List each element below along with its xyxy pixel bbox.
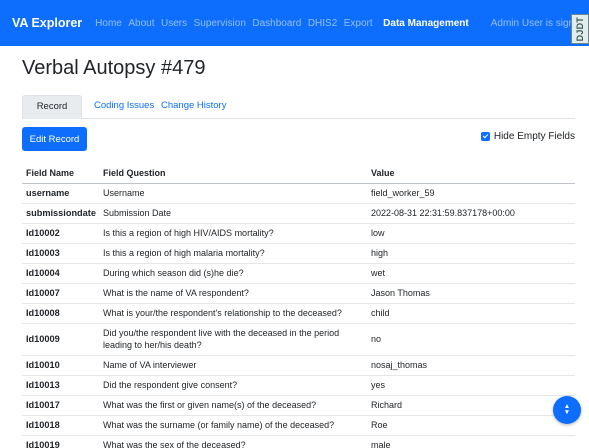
table-row: Id10010 Name of VA interviewer nosaj_thoma… <box>22 355 575 376</box>
field-question-cell: What was the first or given name(s) of t… <box>99 395 367 416</box>
table-row: Id10018 What was the surname (or family n… <box>22 415 575 436</box>
field-question-cell: Username <box>99 183 367 204</box>
field-name-cell: Id10008 <box>22 303 99 324</box>
top-navbar: VA Explorer Home About Users Supervision… <box>0 0 589 46</box>
field-value-cell: nosaj_thomas <box>367 355 575 376</box>
chevron-down-icon: ▼ <box>563 409 571 416</box>
debug-toolbar-handle[interactable]: DJDT <box>571 14 589 44</box>
header-field-name: Field Name <box>22 163 99 184</box>
hide-empty-fields-toggle[interactable]: Hide Empty Fields <box>480 131 575 142</box>
field-name-cell: Id10009 <box>22 323 99 356</box>
table-row: Id10007 What is the name of VA respondent… <box>22 283 575 304</box>
field-name-cell: Id10018 <box>22 415 99 436</box>
field-name-cell: username <box>22 183 99 204</box>
nav-users[interactable]: Users <box>161 18 187 29</box>
field-question-cell: What is your/the respondent's relationsh… <box>99 303 367 324</box>
field-value-cell: low <box>367 223 575 244</box>
table-row: Id10019 What was the sex of the deceased?… <box>22 435 575 448</box>
field-question-cell: What was the surname (or family name) of… <box>99 415 367 436</box>
nav-data-management[interactable]: Data Management <box>383 18 469 29</box>
field-value-cell: no <box>367 323 575 356</box>
field-value-cell: child <box>367 303 575 324</box>
table-row: Id10004 During which season did (s)he die… <box>22 263 575 284</box>
nav-dashboard[interactable]: Dashboard <box>252 18 301 29</box>
nav-about[interactable]: About <box>128 18 154 29</box>
field-question-cell: Is this a region of high HIV/AIDS mortal… <box>99 223 367 244</box>
table-row: Id10003 Is this a region of high malaria … <box>22 243 575 264</box>
hide-empty-label: Hide Empty Fields <box>493 131 575 142</box>
nav-export[interactable]: Export <box>344 18 373 29</box>
field-name-cell: Id10013 <box>22 375 99 396</box>
table-row: Id10002 Is this a region of high HIV/AIDS… <box>22 223 575 244</box>
field-name-cell: Id10010 <box>22 355 99 376</box>
field-value-cell: Richard <box>367 395 575 416</box>
field-name-cell: Id10004 <box>22 263 99 284</box>
debug-toolbar-label: DJDT <box>575 16 585 42</box>
scroll-toggle-button[interactable]: ▲ ▼ <box>553 396 581 424</box>
field-value-cell: yes <box>367 375 575 396</box>
field-value-cell: field_worker_59 <box>367 183 575 204</box>
field-question-cell: What is the name of VA respondent? <box>99 283 367 304</box>
field-name-cell: Id10003 <box>22 243 99 264</box>
tab-coding-issues[interactable]: Coding Issues <box>94 95 154 119</box>
field-name-cell: Id10007 <box>22 283 99 304</box>
field-value-cell: 2022-08-31 22:31:59.837178+00:00 <box>367 203 575 224</box>
table-row: username Username field_worker_59 <box>22 183 575 204</box>
field-question-cell: During which season did (s)he die? <box>99 263 367 284</box>
field-question-cell: Name of VA interviewer <box>99 355 367 376</box>
brand-link[interactable]: VA Explorer <box>12 16 82 30</box>
header-value: Value <box>367 163 575 184</box>
field-name-cell: Id10002 <box>22 223 99 244</box>
field-question-cell: Submission Date <box>99 203 367 224</box>
field-question-cell: What was the sex of the deceased? <box>99 435 367 448</box>
nav-links: Home About Users Supervision Dashboard D… <box>95 18 589 29</box>
table-row: Id10009 Did you/the respondent live with … <box>22 323 575 356</box>
table-header-row: Field Name Field Question Value <box>22 163 575 184</box>
field-question-cell: Did the respondent give consent? <box>99 375 367 396</box>
hide-empty-checkbox[interactable] <box>480 132 490 141</box>
field-question-cell: Did you/the respondent live with the dec… <box>99 323 367 356</box>
record-tabs: Record Coding Issues Change History <box>22 95 575 119</box>
nav-home[interactable]: Home <box>95 18 122 29</box>
edit-record-button[interactable]: Edit Record <box>22 127 87 151</box>
tab-record[interactable]: Record <box>22 95 82 119</box>
record-table: Field Name Field Question Value username… <box>22 163 575 448</box>
header-field-question: Field Question <box>99 163 367 184</box>
field-name-cell: Id10017 <box>22 395 99 416</box>
field-value-cell: wet <box>367 263 575 284</box>
field-question-cell: Is this a region of high malaria mortali… <box>99 243 367 264</box>
field-name-cell: submissiondate <box>22 203 99 224</box>
table-row: Id10013 Did the respondent give consent? y… <box>22 375 575 396</box>
nav-supervision[interactable]: Supervision <box>194 18 246 29</box>
table-row: Id10008 What is your/the respondent's rel… <box>22 303 575 324</box>
record-table-container: Field Name Field Question Value username… <box>22 163 575 448</box>
table-row: submissiondate Submission Date 2022-08-31 … <box>22 203 575 224</box>
field-value-cell: Roe <box>367 415 575 436</box>
field-value-cell: Jason Thomas <box>367 283 575 304</box>
page-title: Verbal Autopsy #479 <box>22 57 206 79</box>
field-value-cell: male <box>367 435 575 448</box>
nav-dhis2[interactable]: DHIS2 <box>308 18 337 29</box>
field-value-cell: high <box>367 243 575 264</box>
field-name-cell: Id10019 <box>22 435 99 448</box>
tab-change-history[interactable]: Change History <box>161 95 226 119</box>
table-row: Id10017 What was the first or given name(… <box>22 395 575 416</box>
